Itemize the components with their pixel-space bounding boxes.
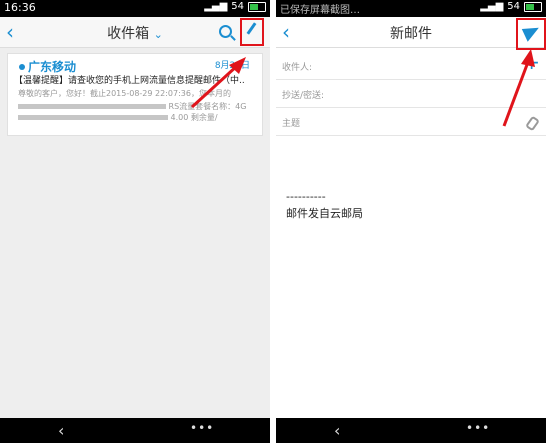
battery-level: 54 [507,1,520,12]
compose-title: 新邮件 [390,26,432,42]
status-bar: 已保存屏幕截图… ▂▄▆ 54 [276,0,546,17]
signature-text: 邮件发自云邮局 [286,207,363,220]
signature-separator: ---------- [286,190,326,203]
blurred-text [18,104,166,109]
compose-icon [246,22,257,35]
search-icon[interactable] [219,25,232,38]
system-back-icon[interactable]: ‹ [334,421,340,440]
compose-button[interactable] [240,18,264,46]
annotation-arrow [502,49,535,127]
status-time: 16:36 [4,1,36,14]
to-label: 收件人: [282,63,313,73]
send-icon [521,22,543,42]
status-notification: 已保存屏幕截图… [280,5,360,16]
inbox-header: ‹ 收件箱 ⌄ [0,17,270,48]
system-nav-bar: ‹ ••• [0,418,270,443]
system-more-icon[interactable]: ••• [190,421,214,435]
chevron-down-icon: ⌄ [153,28,163,41]
unread-dot [19,64,25,70]
system-nav-bar: ‹ ••• [276,418,546,443]
inbox-title: 收件箱 [107,26,150,42]
mail-preview-line3: 4.00 剩余量/ [18,112,218,123]
signal-icon: ▂▄▆ [204,1,228,12]
system-more-icon[interactable]: ••• [466,421,490,435]
system-back-icon[interactable]: ‹ [58,421,64,440]
battery-level: 54 [231,1,244,12]
compose-screen: 已保存屏幕截图… ▂▄▆ 54 ‹ 新邮件 收件人: + 抄送/密送: 主题 -… [276,0,546,443]
subject-label: 主题 [282,119,301,129]
compose-header: ‹ 新邮件 [276,17,546,50]
signal-icon: ▂▄▆ [480,1,504,12]
battery-icon [248,1,266,12]
status-bar: 16:36 ▂▄▆ 54 [0,0,270,17]
inbox-screen: 16:36 ▂▄▆ 54 ‹ 收件箱 ⌄ 广东移动 8月29日 【温馨提醒】请查… [0,0,270,443]
battery-icon [524,1,542,12]
blurred-text [18,115,168,120]
cc-label: 抄送/密送: [282,91,325,101]
annotation-arrow [190,57,246,109]
mail-preview-text3: 4.00 剩余量/ [170,113,218,122]
